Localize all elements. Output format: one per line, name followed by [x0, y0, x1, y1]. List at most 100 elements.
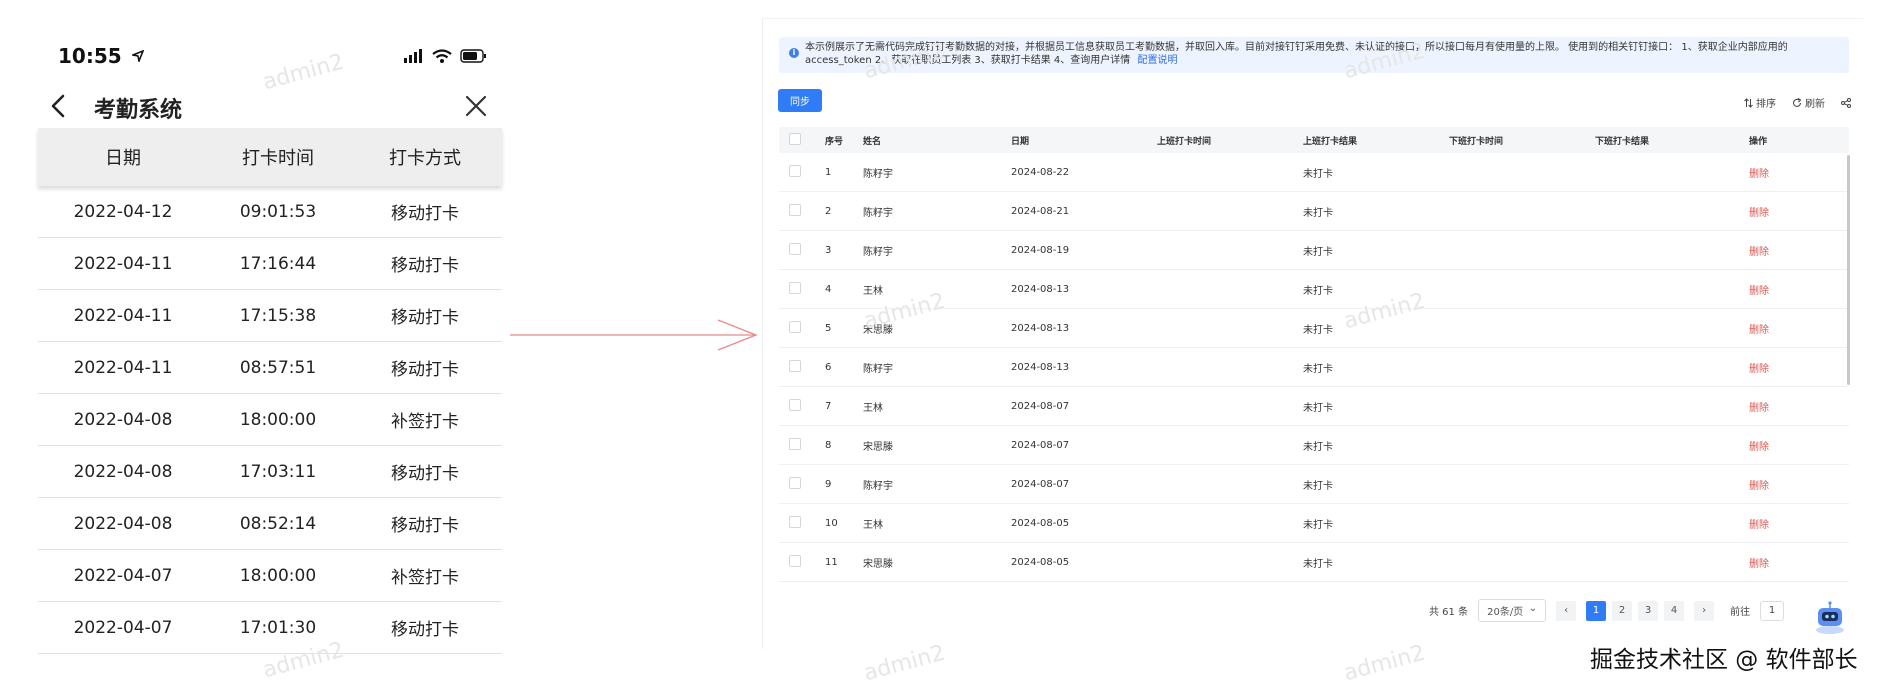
- select-all-checkbox[interactable]: [789, 132, 801, 145]
- prev-page-button[interactable]: ‹: [1556, 600, 1577, 621]
- cell-date: 2024-08-13: [1011, 322, 1070, 334]
- back-chevron-icon[interactable]: [48, 94, 70, 118]
- column-header-checkin-result: 上班打卡结果: [1303, 136, 1358, 147]
- delete-link[interactable]: 删除: [1749, 208, 1769, 219]
- phone-screenshot: 10:55 考勤系统 日期 打卡时间 打卡方式 2022-04-12 09:01…: [38, 30, 502, 660]
- cell-checkin-result: 未打卡: [1303, 441, 1333, 453]
- page-title: 考勤系统: [94, 98, 183, 123]
- share-button[interactable]: [1841, 97, 1851, 108]
- cell-no: 6: [825, 361, 832, 373]
- table-row: 1 陈籽宇 2024-08-22 未打卡 删除: [779, 153, 1849, 192]
- source-credit: 掘金技术社区 @ 软件部长: [1590, 647, 1858, 673]
- cell-date: 2024-08-05: [1011, 556, 1070, 568]
- delete-link[interactable]: 删除: [1749, 442, 1769, 453]
- column-header-date: 日期: [1011, 136, 1030, 147]
- cell-date: 2022-04-11: [73, 253, 173, 274]
- row-checkbox[interactable]: [789, 281, 801, 294]
- sync-button[interactable]: 同步: [778, 89, 822, 112]
- column-header-checkout-time: 下班打卡时间: [1449, 136, 1504, 147]
- delete-link[interactable]: 删除: [1749, 520, 1769, 531]
- row-checkbox[interactable]: [789, 437, 801, 450]
- cell-checkin-result: 未打卡: [1303, 519, 1333, 531]
- row-checkbox[interactable]: [789, 515, 801, 528]
- page-button[interactable]: 3: [1638, 600, 1659, 621]
- sort-label: 排序: [1756, 99, 1776, 110]
- cell-time: 17:16:44: [239, 253, 317, 274]
- column-header-method: 打卡方式: [389, 148, 461, 169]
- close-icon[interactable]: [464, 94, 488, 118]
- row-checkbox[interactable]: [789, 554, 801, 567]
- cell-method: 移动打卡: [391, 464, 459, 484]
- table-row: 4 王林 2024-08-13 未打卡 删除: [779, 270, 1849, 309]
- cell-date: 2022-04-11: [73, 357, 173, 378]
- column-header-date: 日期: [105, 148, 141, 169]
- cell-date: 2024-08-07: [1011, 400, 1070, 412]
- cell-date: 2024-08-19: [1011, 244, 1070, 256]
- table-row: 11 宋思滕 2024-08-05 未打卡 删除: [779, 543, 1849, 582]
- attendance-table-header: 日期 打卡时间 打卡方式: [38, 128, 502, 186]
- table-row: 2 陈籽宇 2024-08-21 未打卡 删除: [779, 192, 1849, 231]
- page-size-select[interactable]: 20条/页 ⌄: [1478, 599, 1547, 622]
- cell-name: 宋思滕: [863, 324, 893, 336]
- delete-link[interactable]: 删除: [1749, 286, 1769, 297]
- delete-link[interactable]: 删除: [1749, 247, 1769, 258]
- refresh-button[interactable]: 刷新: [1792, 95, 1825, 110]
- cell-time: 18:00:00: [239, 565, 317, 586]
- cell-checkin-result: 未打卡: [1303, 402, 1333, 414]
- cell-method: 移动打卡: [391, 620, 459, 640]
- column-header-name: 姓名: [863, 136, 882, 147]
- cell-time: 08:57:51: [239, 357, 317, 378]
- page-button[interactable]: 2: [1612, 600, 1633, 621]
- page-button[interactable]: 1: [1586, 600, 1607, 621]
- delete-link[interactable]: 删除: [1749, 559, 1769, 570]
- row-checkbox[interactable]: [789, 320, 801, 333]
- assistant-robot-icon[interactable]: [1812, 600, 1848, 636]
- column-header-time: 打卡时间: [242, 148, 314, 169]
- table-row: 2022-04-08 08:52:14 移动打卡: [38, 498, 502, 550]
- row-checkbox[interactable]: [789, 476, 801, 489]
- delete-link[interactable]: 删除: [1749, 403, 1769, 414]
- column-header-checkout-result: 下班打卡结果: [1595, 136, 1650, 147]
- wifi-icon: [432, 49, 452, 63]
- delete-link[interactable]: 删除: [1749, 364, 1769, 375]
- info-alert: i 本示例展示了无需代码完成钉钉考勤数据的对接，并根据员工信息获取员工考勤数据，…: [779, 37, 1849, 73]
- chevron-down-icon: ⌄: [1528, 603, 1538, 614]
- cell-checkin-result: 未打卡: [1303, 480, 1333, 492]
- cell-time: 17:01:30: [239, 617, 317, 638]
- table-row: 2022-04-12 09:01:53 移动打卡: [38, 186, 502, 238]
- page-button[interactable]: 4: [1664, 600, 1685, 621]
- cell-name: 陈籽宇: [863, 207, 893, 219]
- cell-method: 移动打卡: [391, 516, 459, 536]
- config-help-link[interactable]: 配置说明: [1137, 55, 1177, 66]
- goto-label: 前往: [1730, 607, 1751, 618]
- page-size-value: 20条/页: [1487, 607, 1524, 618]
- row-checkbox[interactable]: [789, 164, 801, 177]
- row-checkbox[interactable]: [789, 242, 801, 255]
- cell-no: 7: [825, 400, 832, 412]
- status-bar: 10:55: [58, 44, 488, 74]
- delete-link[interactable]: 删除: [1749, 325, 1769, 336]
- delete-link[interactable]: 删除: [1749, 169, 1769, 180]
- cell-no: 10: [825, 517, 838, 529]
- total-count: 共 61 条: [1429, 607, 1469, 618]
- row-checkbox[interactable]: [789, 203, 801, 216]
- cell-method: 移动打卡: [391, 256, 459, 276]
- cell-name: 陈籽宇: [863, 246, 893, 258]
- goto-page-input[interactable]: 1: [1760, 600, 1785, 621]
- cell-date: 2024-08-07: [1011, 478, 1070, 490]
- sort-icon: [1744, 97, 1753, 108]
- row-checkbox[interactable]: [789, 398, 801, 411]
- cell-name: 陈籽宇: [863, 168, 893, 180]
- cell-method: 移动打卡: [391, 204, 459, 224]
- next-page-button[interactable]: ›: [1694, 600, 1715, 621]
- table-row: 2022-04-11 08:57:51 移动打卡: [38, 342, 502, 394]
- column-header-checkin-time: 上班打卡时间: [1157, 136, 1212, 147]
- cell-checkin-result: 未打卡: [1303, 285, 1333, 297]
- row-checkbox[interactable]: [789, 359, 801, 372]
- sort-button[interactable]: 排序: [1744, 95, 1776, 110]
- cell-name: 陈籽宇: [863, 480, 893, 492]
- delete-link[interactable]: 删除: [1749, 481, 1769, 492]
- cell-no: 9: [825, 478, 832, 490]
- cell-date: 2022-04-07: [73, 565, 173, 586]
- table-scrollbar[interactable]: [1847, 155, 1850, 385]
